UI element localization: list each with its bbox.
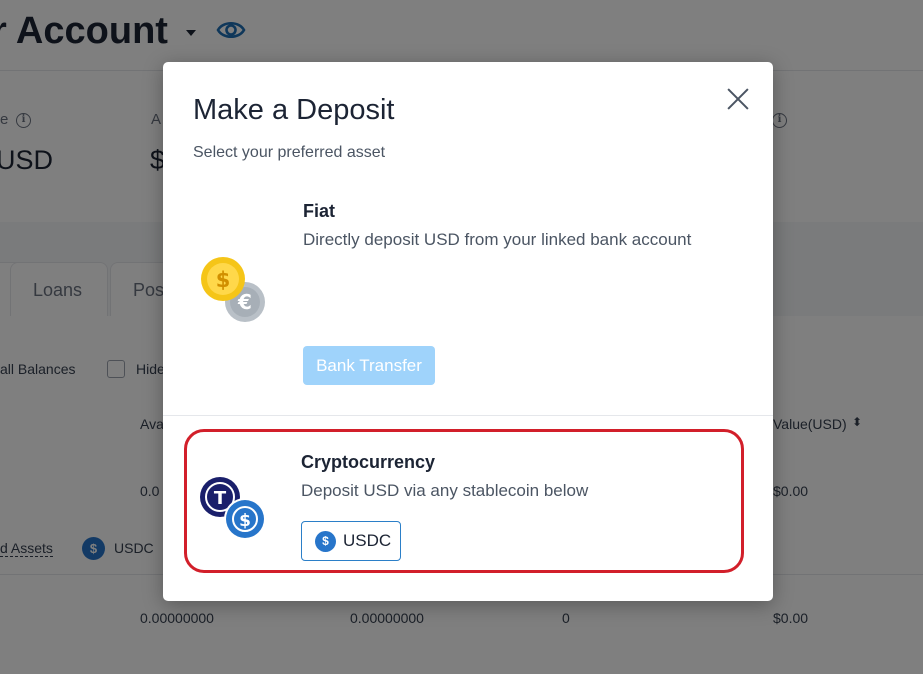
crypto-description: Deposit USD via any stablecoin below [301,481,589,500]
modal-title: Make a Deposit [193,94,395,126]
usdc-button-label: USDC [343,531,392,550]
fiat-coins-icon: € $ [201,257,265,322]
svg-text:$: $ [239,511,251,531]
modal-subtitle: Select your preferred asset [193,144,386,161]
close-icon[interactable] [721,82,755,116]
bank-transfer-button[interactable]: Bank Transfer [303,346,435,385]
deposit-modal: Make a Deposit Select your preferred ass… [163,62,773,601]
usdc-icon: $ [315,531,336,552]
svg-text:$: $ [216,268,231,292]
usdc-button[interactable]: $ USDC [301,521,401,561]
crypto-title: Cryptocurrency [301,452,436,472]
svg-text:T: T [214,488,227,509]
section-divider [163,415,773,416]
fiat-title: Fiat [303,201,336,221]
fiat-description: Directly deposit USD from your linked ba… [303,230,692,249]
stablecoin-icon: T $ [200,477,266,540]
